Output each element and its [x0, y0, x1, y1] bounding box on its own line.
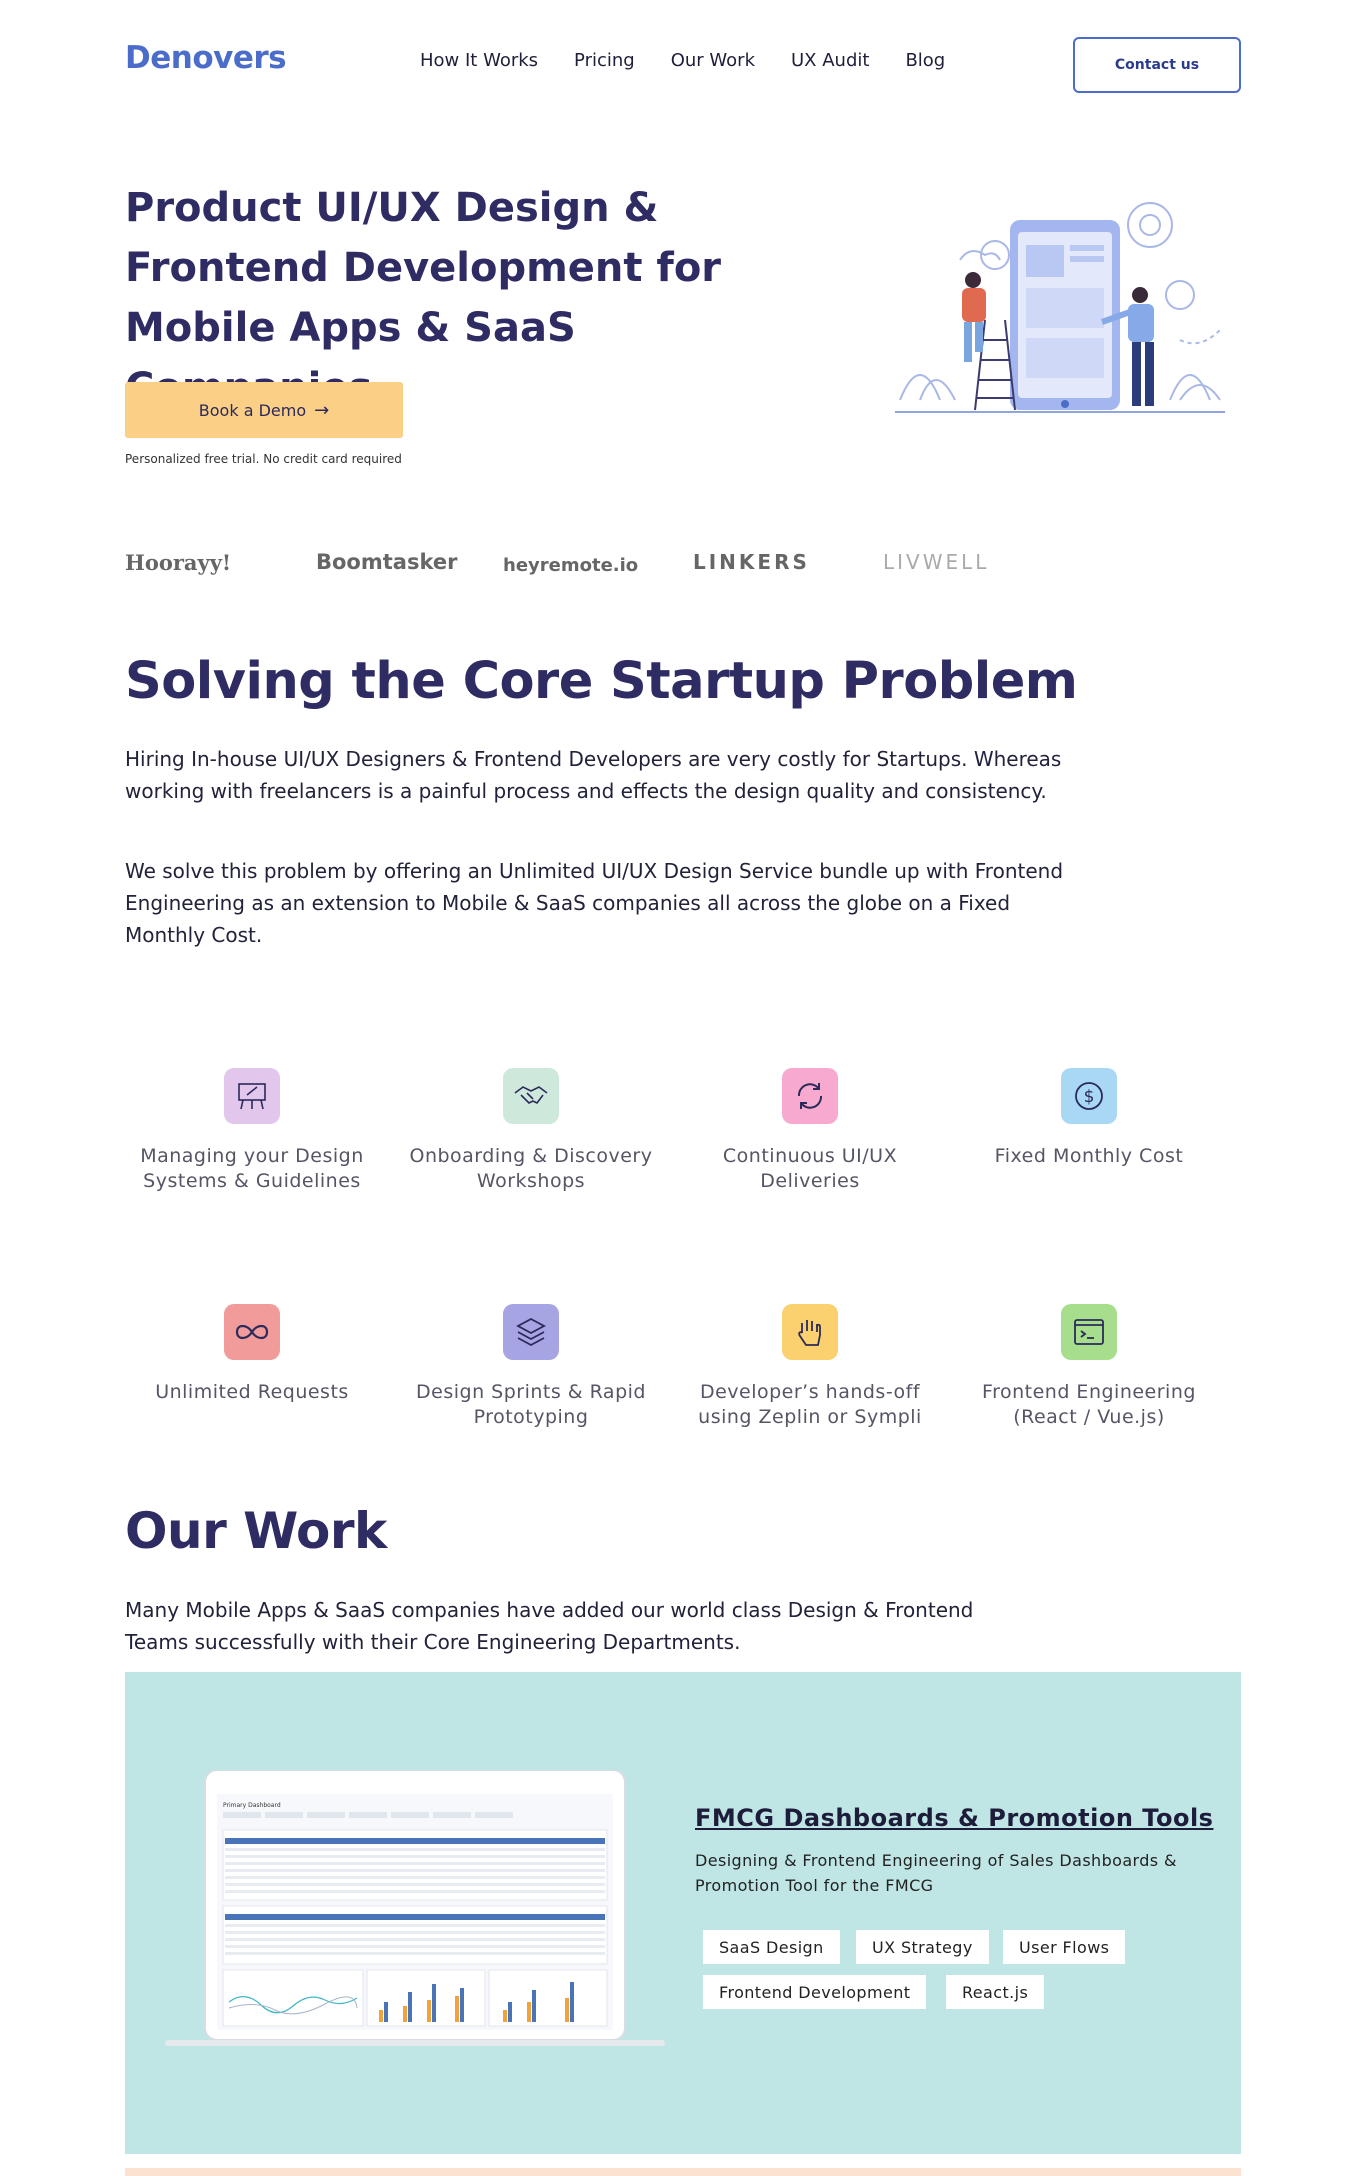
nav-pricing[interactable]: Pricing — [574, 50, 635, 71]
feature-label: Frontend Engineering (React / Vue.js) — [982, 1381, 1196, 1428]
feature-design-systems: Managing your Design Systems & Guideline… — [117, 1068, 387, 1194]
main-nav: How It Works Pricing Our Work UX Audit B… — [420, 50, 981, 71]
dollar-icon: $ — [1061, 1068, 1117, 1124]
feature-label: Managing your Design Systems & Guideline… — [140, 1145, 364, 1192]
infinity-icon — [224, 1304, 280, 1360]
tag-saas-design: SaaS Design — [703, 1930, 840, 1964]
project-title[interactable]: FMCG Dashboards & Promotion Tools — [695, 1804, 1213, 1832]
problem-title: Solving the Core Startup Problem — [125, 652, 1078, 711]
feature-fixed-cost: $ Fixed Monthly Cost — [954, 1068, 1224, 1169]
handshake-icon — [503, 1068, 559, 1124]
nav-ux-audit[interactable]: UX Audit — [791, 50, 869, 71]
feature-label: Unlimited Requests — [155, 1381, 349, 1403]
hero-illustration — [895, 202, 1225, 413]
feature-continuous-deliveries: Continuous UI/UX Deliveries — [675, 1068, 945, 1194]
feature-frontend-engineering: Frontend Engineering (React / Vue.js) — [954, 1304, 1224, 1430]
hand-icon — [782, 1304, 838, 1360]
refresh-icon — [782, 1068, 838, 1124]
nav-our-work[interactable]: Our Work — [671, 50, 755, 71]
client-logo-livwell: LIVWELL — [883, 550, 990, 574]
next-project-card-edge — [125, 2168, 1241, 2176]
book-demo-button[interactable]: Book a Demo → — [125, 382, 403, 438]
client-logo-heyremote: heyremote.io — [503, 555, 639, 576]
tag-ux-strategy: UX Strategy — [856, 1930, 989, 1964]
laptop-mockup: Primary Dashboard — [165, 1770, 665, 2046]
contact-button[interactable]: Contact us — [1073, 37, 1241, 93]
feature-label: Fixed Monthly Cost — [994, 1145, 1184, 1167]
nav-blog[interactable]: Blog — [905, 50, 945, 71]
client-logo-hoorayy: Hoorayy! — [125, 550, 232, 575]
arrow-right-icon: → — [314, 399, 330, 421]
tag-user-flows: User Flows — [1003, 1930, 1126, 1964]
problem-paragraph-1: Hiring In-house UI/UX Designers & Fronte… — [125, 747, 1062, 803]
tag-frontend-development: Frontend Development — [703, 1975, 927, 2009]
terminal-icon — [1061, 1304, 1117, 1360]
work-title: Our Work — [125, 1502, 387, 1560]
feature-onboarding: Onboarding & Discovery Workshops — [396, 1068, 666, 1194]
brand-logo[interactable]: Denovers — [125, 40, 287, 76]
design-board-icon — [224, 1068, 280, 1124]
problem-paragraph-2: We solve this problem by offering an Unl… — [125, 859, 1064, 947]
feature-label: Onboarding & Discovery Workshops — [409, 1145, 653, 1192]
nav-how-it-works[interactable]: How It Works — [420, 50, 538, 71]
hero-note: Personalized free trial. No credit card … — [125, 452, 402, 466]
screen-title: Primary Dashboard — [223, 1802, 281, 1809]
feature-label: Design Sprints & Rapid Prototyping — [416, 1381, 646, 1428]
feature-label: Continuous UI/UX Deliveries — [722, 1145, 898, 1192]
project-description: Designing & Frontend Engineering of Sale… — [695, 1851, 1177, 1895]
feature-unlimited-requests: Unlimited Requests — [117, 1304, 387, 1405]
feature-design-sprints: Design Sprints & Rapid Prototyping — [396, 1304, 666, 1430]
feature-label: Developer’s hands-off using Zeplin or Sy… — [698, 1381, 922, 1428]
layers-icon — [503, 1304, 559, 1360]
svg-text:$: $ — [1084, 1087, 1095, 1107]
feature-developer-handoff: Developer’s hands-off using Zeplin or Sy… — [675, 1304, 945, 1430]
client-logo-linkers: LINKERS — [693, 550, 810, 574]
tag-reactjs: React.js — [946, 1975, 1045, 2009]
client-logo-boomtasker: Boomtasker — [316, 550, 458, 574]
book-demo-label: Book a Demo — [198, 400, 307, 420]
work-intro: Many Mobile Apps & SaaS companies have a… — [125, 1598, 974, 1654]
